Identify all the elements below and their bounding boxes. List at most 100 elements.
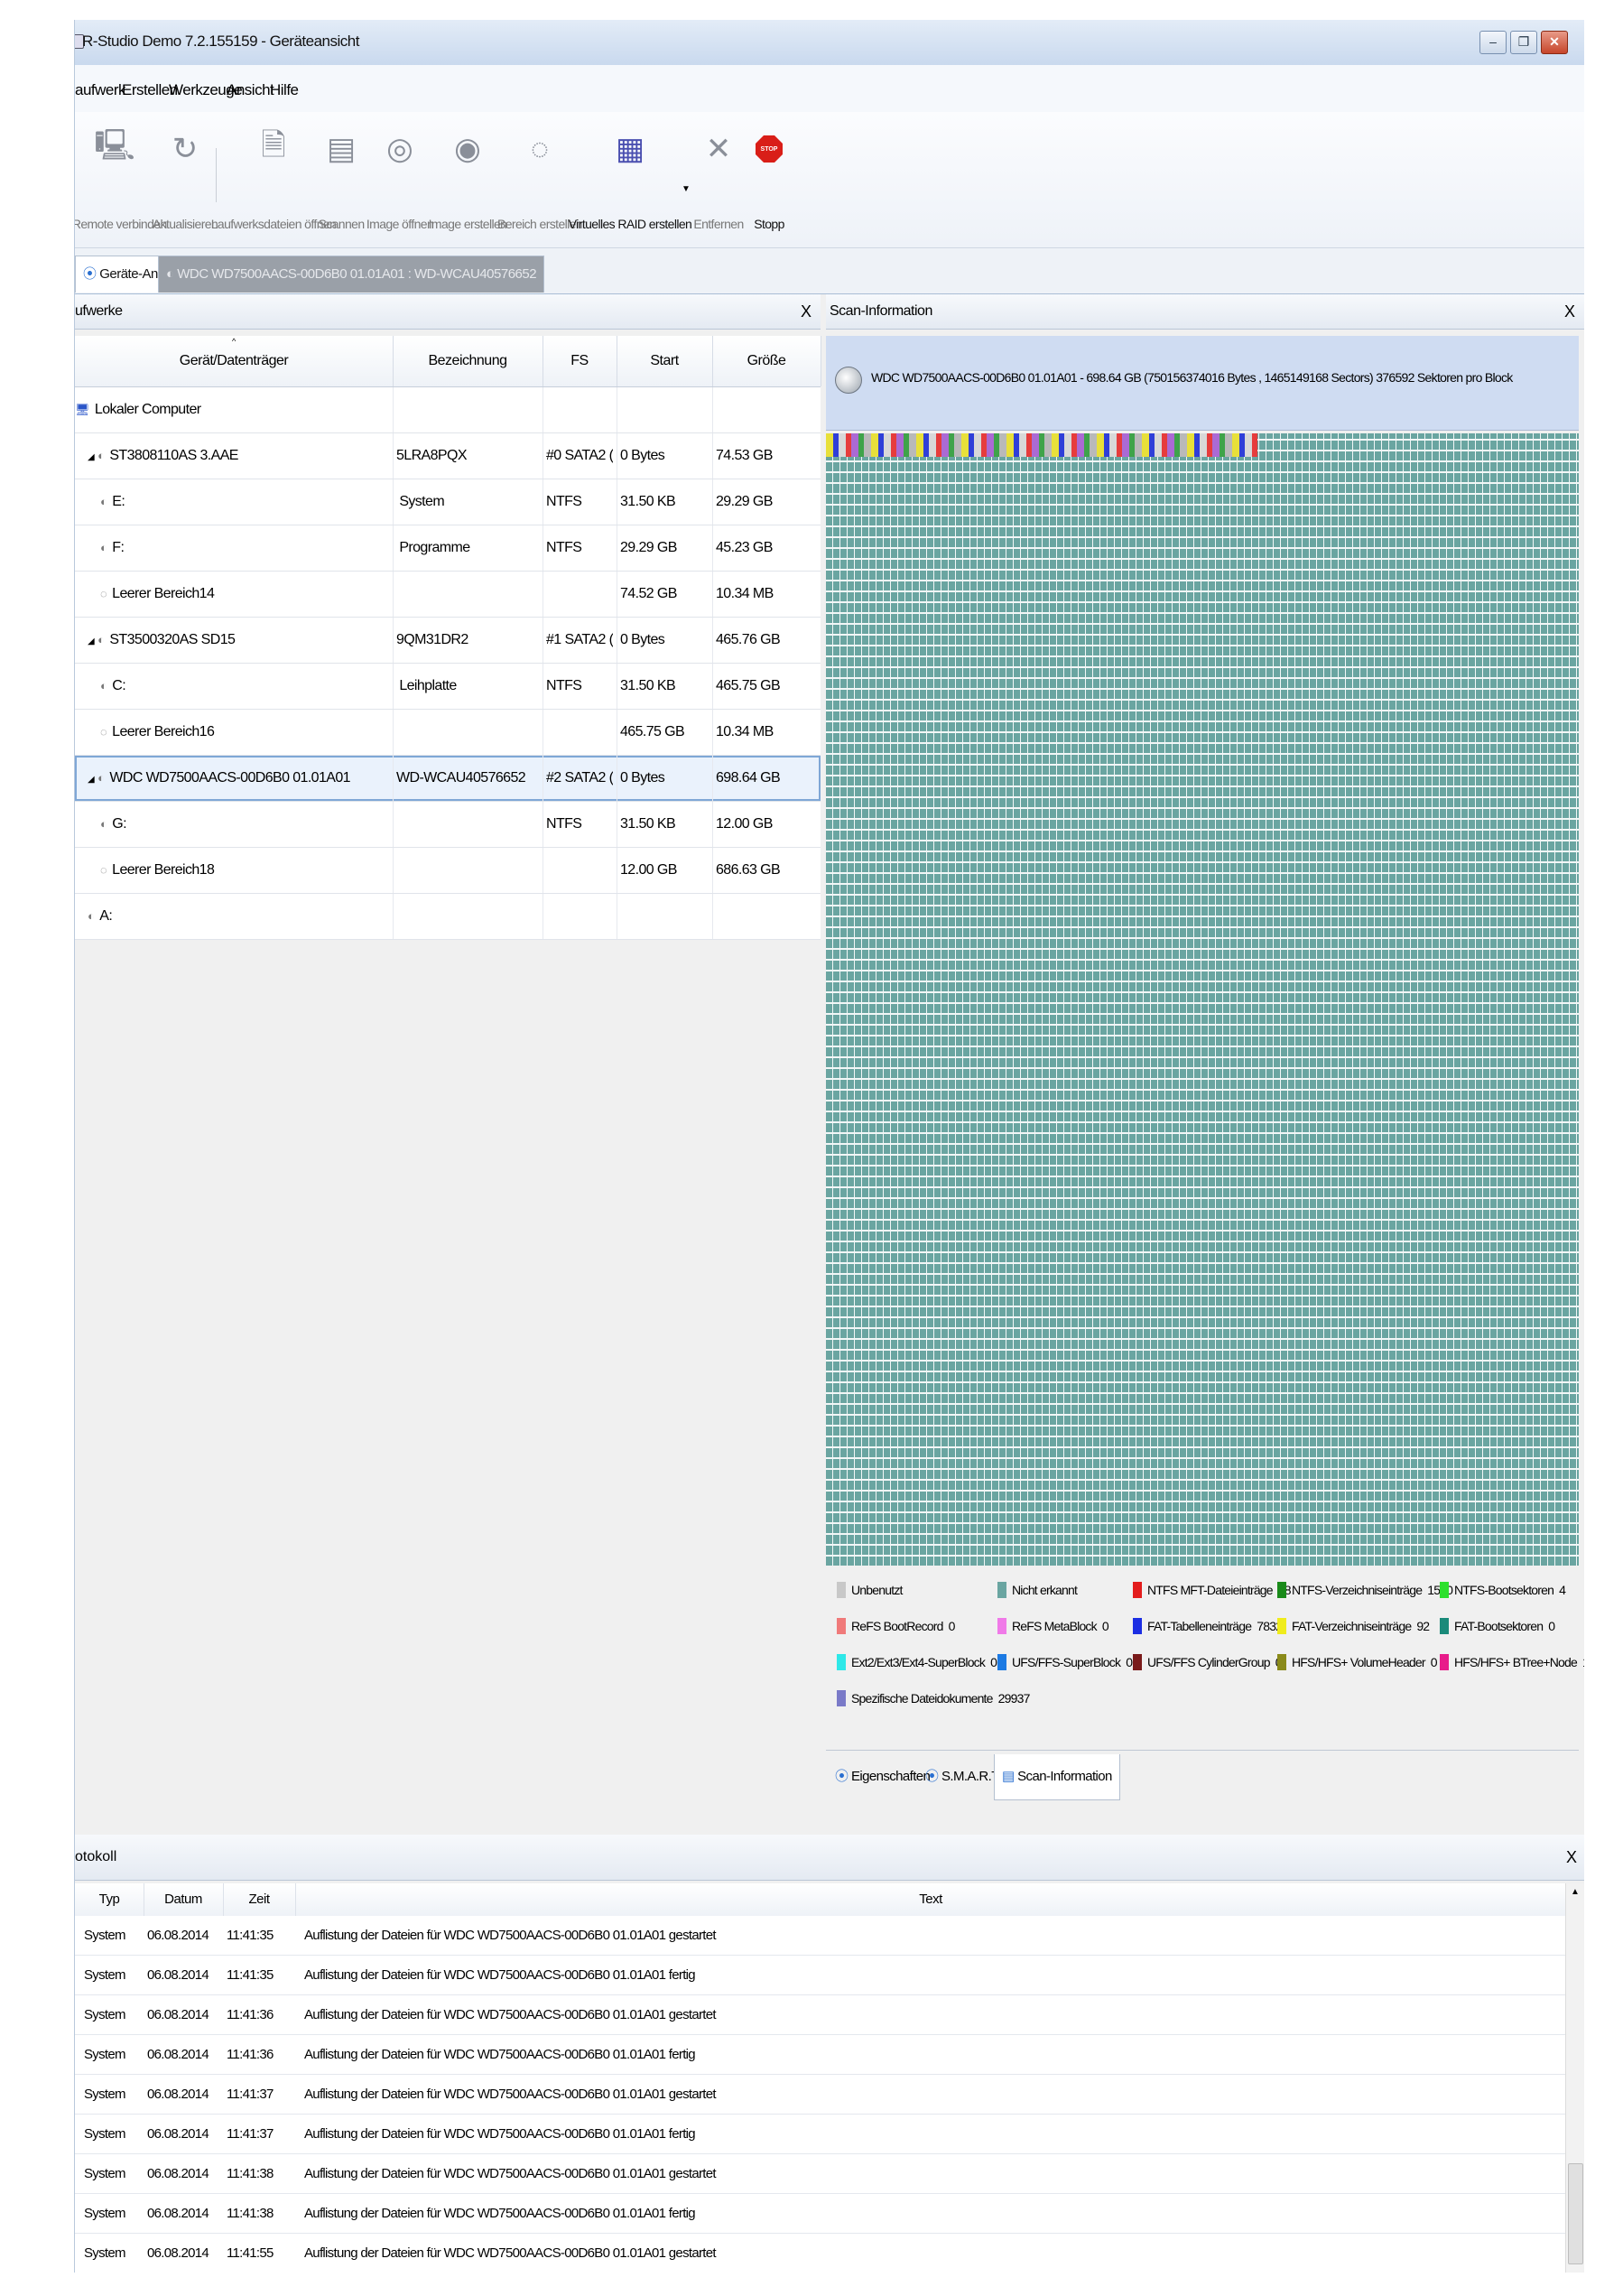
- log-row[interactable]: System 06.08.2014 11:41:35 Auflistung der D…: [75, 1956, 1566, 1995]
- remove-button[interactable]: ✕ Entfernen: [693, 126, 744, 231]
- log-scroll-thumb[interactable]: [1568, 2163, 1583, 2264]
- drive-row[interactable]: ◐ A:: [75, 894, 821, 940]
- drive-size-cell: 10.34 MB: [716, 572, 817, 617]
- menu-hilfe[interactable]: Hilfe: [270, 81, 299, 99]
- legend-swatch: [837, 1618, 846, 1634]
- drive-fs-cell: [546, 387, 613, 432]
- drive-row[interactable]: 🖥 Lokaler Computer: [75, 387, 821, 433]
- log-row[interactable]: System 06.08.2014 11:41:38 Auflistung der D…: [75, 2154, 1566, 2194]
- remote-connect-icon: 🖳: [94, 127, 135, 163]
- log-row[interactable]: System 06.08.2014 11:41:35 Auflistung der D…: [75, 1916, 1566, 1956]
- drive-size-cell: [716, 894, 817, 939]
- stop-button[interactable]: STOP Stopp: [747, 126, 792, 231]
- menu-laufwerk[interactable]: aufwerk: [75, 81, 126, 99]
- grid-line: [712, 525, 713, 571]
- scroll-up-icon[interactable]: ▲: [1571, 1887, 1580, 1897]
- drive-fs-cell: NTFS: [546, 802, 613, 847]
- drive-fs: #1 SATA2 (0:1): [546, 632, 613, 647]
- log-date: 06.08.2014: [147, 1928, 209, 1943]
- drive-row[interactable]: ◢◐ ST3808110AS 3.AAE 5LRA8PQX #0 SATA2 (0:0…: [75, 433, 821, 479]
- virtual-raid-button[interactable]: ▦ Virtuelles RAID erstellen: [569, 126, 692, 231]
- drive-row[interactable]: ◌ Leerer Bereich14 74.52 GB 10.34 MB: [75, 572, 821, 618]
- drive-fs: NTFS: [546, 816, 582, 832]
- column-header-start[interactable]: Start: [617, 336, 713, 386]
- legend-label: Nicht erkannt: [1012, 1583, 1078, 1597]
- legend-item: NTFS-Verzeichniseinträge1570: [1277, 1582, 1453, 1598]
- drive-label-cell: [396, 572, 539, 617]
- log-column-date[interactable]: Datum: [144, 1883, 224, 1916]
- open-image-button[interactable]: ◎ Image öffnen: [366, 126, 434, 231]
- raid-dropdown-arrow-icon[interactable]: ▼: [682, 184, 691, 194]
- log-column-time[interactable]: Zeit: [223, 1883, 296, 1916]
- log-date: 06.08.2014: [147, 2166, 209, 2181]
- refresh-button[interactable]: ↻ Aktualisieren: [153, 126, 218, 231]
- drive-size: 29.29 GB: [716, 494, 773, 509]
- column-header-fs[interactable]: FS: [543, 336, 617, 386]
- drive-start-cell: 0 Bytes: [620, 618, 709, 663]
- drive-row[interactable]: ◐ E: ▼System NTFS 31.50 KB 29.29 GB: [75, 479, 821, 525]
- sort-arrow-icon: ^: [232, 337, 236, 346]
- legend-swatch: [997, 1582, 1006, 1598]
- expand-arrow-icon[interactable]: ◢: [88, 452, 95, 462]
- log-type: System: [84, 2047, 126, 2062]
- legend-swatch: [837, 1690, 846, 1706]
- drive-size-cell: 10.34 MB: [716, 710, 817, 755]
- minimize-button[interactable]: –: [1479, 31, 1507, 54]
- log-row[interactable]: System 06.08.2014 11:41:37 Auflistung der D…: [75, 2115, 1566, 2154]
- drive-label-cell: 9QM31DR2: [396, 618, 539, 663]
- log-row[interactable]: System 06.08.2014 11:41:36 Auflistung der D…: [75, 1995, 1566, 2035]
- drive-name-cell: ◐ F:: [100, 525, 393, 571]
- log-row[interactable]: System 06.08.2014 11:41:38 Auflistung der D…: [75, 2194, 1566, 2234]
- expand-arrow-icon[interactable]: ◢: [88, 775, 95, 785]
- drive-label-cell: [396, 894, 539, 939]
- tab-drive-files[interactable]: ◐ WDC WD7500AACS-00D6B0 01.01A01 : WD-WC…: [158, 256, 545, 293]
- drive-row[interactable]: ◐ F: ▼Programme NTFS 29.29 GB 45.23 GB: [75, 525, 821, 572]
- drives-panel-close-button[interactable]: X: [801, 294, 812, 329]
- column-header-label[interactable]: Bezeichnung: [393, 336, 543, 386]
- title-bar: R-Studio Demo 7.2.155159 - Geräteansicht…: [75, 20, 1584, 66]
- disk-icon: ◐: [97, 633, 105, 646]
- scan-block-map[interactable]: [826, 433, 1579, 1566]
- drive-row[interactable]: ◐ G: ▼ NTFS 31.50 KB 12.00 GB: [75, 802, 821, 848]
- legend-count: 0: [1548, 1619, 1555, 1633]
- close-button[interactable]: ✕: [1541, 31, 1568, 54]
- drive-name: G:: [112, 816, 126, 832]
- menu-ansicht[interactable]: Ansicht: [227, 81, 274, 99]
- legend-label: NTFS MFT-Dateieinträge: [1147, 1583, 1274, 1597]
- open-drive-files-button[interactable]: 🗎 Laufwerksdateien öffnen: [211, 126, 337, 232]
- legend-label: NTFS-Bootsektoren: [1454, 1583, 1554, 1597]
- legend-label: Unbenutzt: [851, 1583, 903, 1597]
- drive-row[interactable]: ◌ Leerer Bereich16 465.75 GB 10.34 MB: [75, 710, 821, 756]
- drive-row[interactable]: ◌ Leerer Bereich18 12.00 GB 686.63 GB: [75, 848, 821, 894]
- drive-row[interactable]: ◢ ◐ WDC WD7500AACS-00D6B0 01.01A01 WD-WCAU4…: [75, 756, 821, 802]
- tab-scan-information[interactable]: ▤ Scan-Information: [994, 1754, 1120, 1800]
- drive-row[interactable]: ◢◐ ST3500320AS SD15 9QM31DR2 #1 SATA2 (0:1)…: [75, 618, 821, 664]
- remote-connect-button[interactable]: 🖳 u Remote verbinden: [75, 126, 167, 232]
- log-time: 11:41:36: [227, 2047, 274, 2062]
- log-row[interactable]: System 06.08.2014 11:41:55 Auflistung der D…: [75, 2234, 1566, 2273]
- drive-fs-cell: NTFS: [546, 479, 613, 525]
- log-panel-close-button[interactable]: X: [1566, 1835, 1577, 1880]
- log-scrollbar[interactable]: ▲: [1565, 1883, 1584, 2273]
- drive-name-cell: ◐ A:: [88, 894, 393, 939]
- log-row[interactable]: System 06.08.2014 11:41:36 Auflistung der D…: [75, 2035, 1566, 2075]
- legend-count: 0: [1126, 1655, 1133, 1669]
- legend-count: 16: [1582, 1655, 1584, 1669]
- legend-swatch: [1277, 1654, 1286, 1670]
- log-column-text[interactable]: Text: [295, 1883, 1567, 1916]
- drive-size: 10.34 MB: [716, 724, 774, 739]
- column-header-device[interactable]: Gerät/Datenträger ^: [75, 336, 394, 386]
- log-time: 11:41:55: [227, 2245, 274, 2261]
- restore-button[interactable]: ❐: [1510, 31, 1537, 54]
- log-row[interactable]: System 06.08.2014 11:41:37 Auflistung der D…: [75, 2075, 1566, 2115]
- log-column-type[interactable]: Typ: [75, 1883, 144, 1916]
- drive-row[interactable]: ◐ C: ▼Leihplatte NTFS 31.50 KB 465.75 GB: [75, 664, 821, 710]
- grid-line: [712, 387, 713, 432]
- column-header-size[interactable]: Größe: [712, 336, 821, 386]
- create-image-button[interactable]: ◉ Image erstellen: [429, 126, 507, 231]
- scan-panel-close-button[interactable]: X: [1564, 294, 1575, 329]
- drive-label-cell: ▼: [396, 802, 539, 847]
- create-region-button[interactable]: ◌ Bereich erstellen: [497, 126, 583, 232]
- expand-arrow-icon[interactable]: ◢: [88, 637, 95, 646]
- scan-button[interactable]: ▤ Scannen: [318, 126, 365, 231]
